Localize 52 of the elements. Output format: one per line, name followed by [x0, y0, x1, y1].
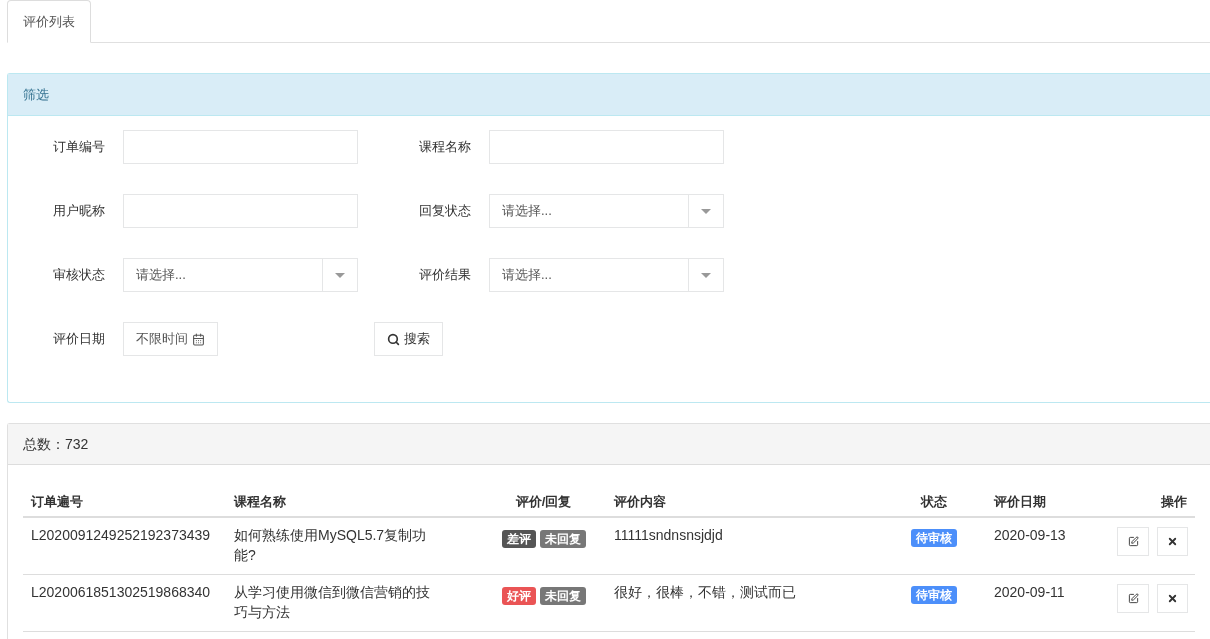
- select-field[interactable]: 请选择...: [489, 258, 724, 292]
- table-cell: L2020061851302519868340: [31, 584, 211, 600]
- panel-title: 筛选: [23, 85, 49, 104]
- text-input[interactable]: [123, 130, 358, 164]
- delete-button[interactable]: [1157, 527, 1188, 556]
- field-label: 课程名称: [418, 138, 472, 157]
- delete-button[interactable]: [1157, 584, 1188, 613]
- column-header: 操作: [1161, 493, 1187, 509]
- rating-badge: 差评: [501, 530, 536, 548]
- close-icon: [1167, 536, 1178, 547]
- field-label: 订单编号: [52, 138, 106, 157]
- caret-icon: [335, 272, 345, 278]
- edit-icon: [1127, 593, 1139, 604]
- field-label: 用户昵称: [52, 202, 106, 221]
- caret-icon: [701, 272, 711, 278]
- table-cell: 11111sndnsnsjdjd: [614, 527, 723, 543]
- edit-icon: [1127, 536, 1139, 547]
- text-input[interactable]: [489, 130, 724, 164]
- table-cell: 2020-09-13: [994, 527, 1066, 543]
- column-header: 评价内容: [614, 493, 666, 509]
- reply-badge: 未回复: [539, 587, 586, 605]
- caret-icon: [701, 208, 711, 214]
- column-header: 状态: [920, 493, 947, 509]
- reply-badge: 未回复: [539, 530, 586, 548]
- column-header: 课程名称: [234, 493, 286, 509]
- field-label: 评价结果: [418, 266, 472, 285]
- status-badge: 待审核: [910, 586, 957, 604]
- search-button[interactable]: 搜索: [374, 322, 443, 356]
- column-header: 评价日期: [994, 493, 1046, 509]
- edit-button[interactable]: [1117, 584, 1149, 613]
- select-field[interactable]: 请选择...: [489, 194, 724, 228]
- total-count: 总数：732: [23, 434, 89, 454]
- status-badge: 待审核: [910, 529, 957, 547]
- table-cell-text: 如何熟练使用MySQL5.7复制功能?: [234, 526, 428, 565]
- edit-button[interactable]: [1117, 527, 1149, 556]
- field-label: 评价日期: [52, 330, 106, 349]
- table-cell: 2020-09-11: [994, 584, 1065, 600]
- rating-badge: 好评: [501, 587, 536, 605]
- table-cell-text: 从学习使用微信到微信营销的技巧与方法: [234, 583, 431, 622]
- column-header: 订单遍号: [31, 493, 83, 509]
- field-label: 回复状态: [418, 202, 472, 221]
- tab[interactable]: 评价列表: [7, 0, 91, 43]
- close-icon: [1167, 593, 1178, 604]
- text-input[interactable]: [123, 194, 358, 228]
- table-cell: 很好，很棒，不错，测试而已: [614, 584, 796, 600]
- search-icon: [387, 332, 400, 346]
- select-field[interactable]: 请选择...: [123, 258, 358, 292]
- field-label: 审核状态: [52, 266, 106, 285]
- table-cell: L2020091249252192373439: [31, 527, 211, 543]
- column-header: 评价/回复: [515, 493, 572, 509]
- calendar-icon: [192, 332, 205, 346]
- date-button[interactable]: 不限时间: [123, 322, 218, 356]
